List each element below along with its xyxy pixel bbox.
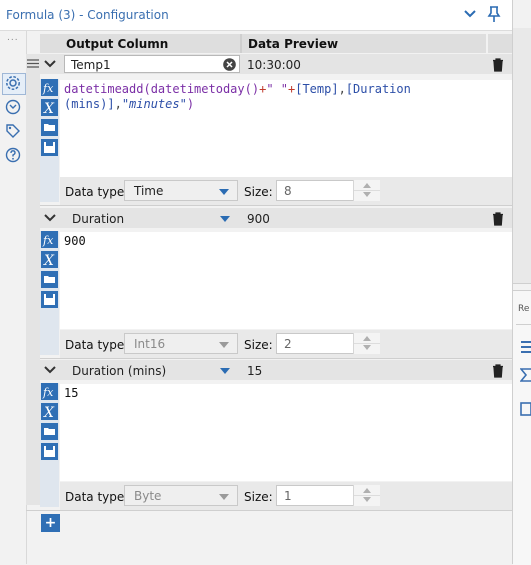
- size-stepper[interactable]: [353, 180, 380, 201]
- expression-text: 15: [64, 386, 79, 400]
- add-row-button[interactable]: +: [41, 514, 60, 532]
- left-toolbar: ...: [0, 31, 27, 564]
- size-stepper[interactable]: [353, 485, 380, 506]
- size-label: Size:: [244, 490, 273, 504]
- dropdown-arrow-icon: [219, 189, 229, 195]
- trash-icon[interactable]: [492, 212, 504, 226]
- trash-icon[interactable]: [492, 364, 504, 378]
- size-stepper[interactable]: [353, 333, 380, 354]
- data-preview-value: 15: [247, 364, 263, 378]
- row-divider: [26, 510, 512, 511]
- expression-line-2: (mins)],"minutes"): [64, 97, 195, 111]
- data-type-select[interactable]: Byte: [124, 485, 238, 506]
- size-field[interactable]: 2: [276, 333, 380, 354]
- size-label: Size:: [244, 338, 273, 352]
- row-divider: [26, 205, 512, 206]
- svg-text:fx: fx: [42, 234, 54, 247]
- function-icon[interactable]: fx: [41, 79, 58, 96]
- gear-icon[interactable]: [4, 74, 22, 92]
- tag-icon[interactable]: [4, 122, 22, 140]
- variable-icon[interactable]: X: [41, 403, 58, 420]
- trash-icon[interactable]: [492, 58, 504, 72]
- save-icon[interactable]: [41, 139, 58, 156]
- data-type-select[interactable]: Time: [124, 180, 238, 201]
- dropdown-arrow-icon: [219, 494, 229, 500]
- sum-icon[interactable]: [520, 368, 531, 382]
- size-label: Size:: [244, 185, 273, 199]
- svg-text:X: X: [43, 253, 55, 268]
- save-icon[interactable]: [41, 291, 58, 308]
- right-panel-strip: Re: [512, 0, 531, 565]
- output-column-select[interactable]: Duration (mins): [64, 361, 240, 379]
- row-options: Data type: Byte Size: 1: [60, 482, 512, 510]
- data-preview-value: 900: [247, 212, 270, 226]
- expression-editor[interactable]: 900: [60, 232, 512, 329]
- variable-icon[interactable]: X: [41, 99, 58, 116]
- more-dots[interactable]: ...: [7, 33, 19, 43]
- svg-text:X: X: [43, 405, 55, 420]
- drag-grip-icon[interactable]: [27, 59, 39, 68]
- row-divider: [26, 358, 512, 359]
- expression-text: 900: [64, 234, 86, 248]
- data-type-select[interactable]: Int16: [124, 333, 238, 354]
- list-icon[interactable]: [520, 340, 531, 354]
- side-panel-tab[interactable]: Re: [518, 304, 529, 314]
- data-type-label: Data type:: [65, 338, 129, 352]
- side-panel: [513, 290, 531, 565]
- step-down-icon[interactable]: [363, 497, 371, 502]
- svg-text:fx: fx: [42, 386, 54, 399]
- window-title: Formula (3) - Configuration: [6, 8, 169, 22]
- dropdown-arrow-icon: [220, 368, 230, 374]
- svg-text:X: X: [43, 101, 55, 116]
- save-icon[interactable]: [41, 443, 58, 460]
- step-up-icon[interactable]: [363, 488, 371, 493]
- header-data-preview[interactable]: Data Preview: [242, 34, 486, 53]
- step-up-icon[interactable]: [363, 183, 371, 188]
- dropdown-arrow-icon: [219, 342, 229, 348]
- title-bar: Formula (3) - Configuration: [0, 0, 512, 31]
- header-output-column[interactable]: Output Column: [60, 34, 240, 53]
- open-folder-icon[interactable]: [41, 119, 58, 136]
- chevron-down-icon[interactable]: [462, 6, 478, 22]
- clear-icon[interactable]: [223, 58, 236, 71]
- data-type-label: Data type:: [65, 185, 129, 199]
- divider: [516, 324, 531, 325]
- open-folder-icon[interactable]: [41, 423, 58, 440]
- data-type-label: Data type:: [65, 490, 129, 504]
- size-field[interactable]: 1: [276, 485, 380, 506]
- header-spacer: [488, 34, 512, 53]
- row-options: Data type: Int16 Size: 2: [60, 330, 512, 358]
- connection-icon[interactable]: [4, 98, 22, 116]
- expression-line-1: datetimeadd(datetimetoday()+" "+[Temp],[…: [64, 82, 411, 96]
- collapse-chevron-icon[interactable]: [43, 59, 57, 69]
- function-icon[interactable]: fx: [41, 383, 58, 400]
- pin-icon[interactable]: [486, 5, 502, 23]
- frame-icon[interactable]: [520, 402, 531, 416]
- step-down-icon[interactable]: [363, 345, 371, 350]
- output-column-select[interactable]: Duration: [64, 209, 240, 227]
- header-corner: [40, 34, 60, 53]
- svg-text:fx: fx: [42, 82, 54, 95]
- variable-icon[interactable]: X: [41, 251, 58, 268]
- open-folder-icon[interactable]: [41, 271, 58, 288]
- help-icon[interactable]: [4, 146, 22, 164]
- vertical-scrollbar[interactable]: [513, 28, 531, 284]
- function-icon[interactable]: fx: [41, 231, 58, 248]
- step-down-icon[interactable]: [363, 192, 371, 197]
- row-gutter: [26, 74, 40, 505]
- size-field[interactable]: 8: [276, 180, 380, 201]
- dropdown-arrow-icon: [220, 216, 230, 222]
- expression-editor[interactable]: 15: [60, 384, 512, 481]
- row-options: Data type: Time Size: 8: [60, 177, 512, 205]
- expression-editor[interactable]: datetimeadd(datetimetoday()+" "+[Temp],[…: [60, 80, 512, 177]
- collapse-chevron-icon[interactable]: [43, 213, 57, 223]
- data-preview-value: 10:30:00: [247, 58, 301, 72]
- collapse-chevron-icon[interactable]: [43, 365, 57, 375]
- output-column-name-field[interactable]: Temp1: [64, 55, 240, 73]
- step-up-icon[interactable]: [363, 336, 371, 341]
